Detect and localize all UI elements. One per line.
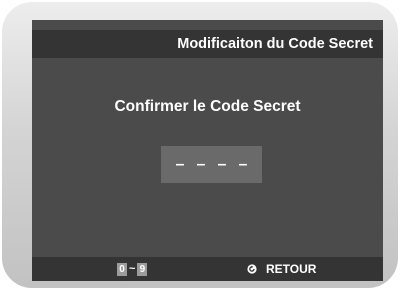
range-separator: ~ bbox=[129, 263, 136, 275]
osd-screen: Modificaiton du Code Secret Confirmer le… bbox=[32, 20, 383, 281]
secret-code-input[interactable]: – – – – bbox=[161, 146, 262, 183]
code-slot-3: – bbox=[217, 155, 227, 173]
key-0-chip: 0 bbox=[117, 262, 127, 276]
osd-footer: 0 ~ 9 RETOUR bbox=[32, 257, 383, 281]
return-button[interactable]: RETOUR bbox=[247, 261, 316, 277]
return-arrow-icon bbox=[247, 264, 257, 274]
code-slot-1: – bbox=[175, 155, 185, 173]
menu-title-bar: Modificaiton du Code Secret bbox=[32, 30, 383, 58]
tv-bezel: Modificaiton du Code Secret Confirmer le… bbox=[2, 2, 398, 288]
number-range-hint: 0 ~ 9 bbox=[117, 262, 148, 276]
confirm-code-prompt: Confirmer le Code Secret bbox=[114, 98, 301, 115]
return-label: RETOUR bbox=[266, 262, 317, 276]
key-9-chip: 9 bbox=[137, 262, 148, 276]
code-slot-2: – bbox=[196, 155, 206, 173]
menu-title: Modificaiton du Code Secret bbox=[177, 36, 373, 52]
code-slot-4: – bbox=[238, 155, 248, 173]
